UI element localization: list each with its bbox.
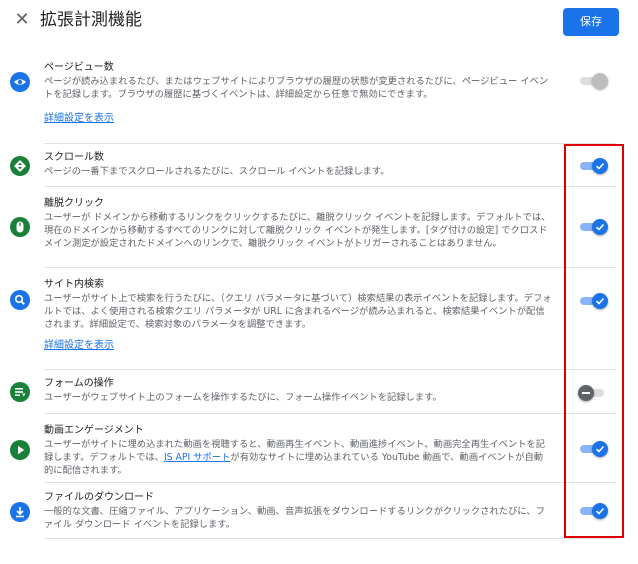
close-icon[interactable]: ✕: [12, 10, 32, 30]
mouse-icon: [10, 217, 30, 237]
scroll-toggle[interactable]: [578, 156, 608, 176]
highlight-box: [564, 144, 624, 538]
section-description: 一般的な文書、圧縮ファイル、アプリケーション、動画、音声拡張をダウンロードするリ…: [44, 506, 546, 530]
divider: [44, 267, 616, 268]
section-title: サイト内検索: [44, 279, 104, 290]
section-title: 離脱クリック: [44, 198, 104, 209]
play-icon: [10, 440, 30, 460]
scroll-icon: [10, 156, 30, 176]
eye-icon: [10, 72, 30, 92]
download-icon: [10, 502, 30, 522]
section-title: ファイルのダウンロード: [44, 492, 154, 503]
video-engagement-toggle[interactable]: [578, 439, 608, 459]
advanced-settings-link[interactable]: 詳細設定を表示: [44, 112, 114, 126]
form-interactions-toggle[interactable]: [578, 383, 608, 403]
pageview-toggle[interactable]: [578, 71, 608, 91]
advanced-settings-link[interactable]: 詳細設定を表示: [44, 339, 114, 353]
js-api-support-link[interactable]: JS API サポート: [164, 452, 230, 463]
section-description: ユーザーがサイト上で検索を行うたびに、（クエリ パラメータに基づいて）検索結果の…: [44, 293, 552, 330]
form-icon: [10, 382, 30, 402]
section-description: ユーザーがウェブサイト上のフォームを操作するたびに、フォーム操作イベントを記録し…: [44, 392, 442, 403]
section-title: 動画エンゲージメント: [44, 425, 144, 436]
file-downloads-toggle[interactable]: [578, 501, 608, 521]
section-description: ユーザーがサイトに埋め込まれた動画を視聴すると、動画再生イベント、動画進捗イベン…: [44, 438, 552, 477]
divider: [44, 143, 616, 144]
divider: [44, 538, 616, 539]
divider: [44, 186, 616, 187]
outbound-clicks-toggle[interactable]: [578, 217, 608, 237]
section-title: ページビュー数: [44, 62, 114, 73]
section-title: フォームの操作: [44, 378, 114, 389]
page-title: 拡張計測機能: [40, 10, 142, 30]
section-description: ユーザーが ドメインから移動するリンクをクリックするたびに、離脱クリック イベン…: [44, 212, 551, 249]
search-icon: [10, 290, 30, 310]
dialog-header: ✕ 拡張計測機能 保存: [0, 0, 638, 44]
divider: [44, 369, 616, 370]
divider: [44, 413, 616, 414]
divider: [44, 482, 616, 483]
section-description: ページの一番下までスクロールされるたびに、スクロール イベントを記録します。: [44, 166, 390, 177]
section-title: スクロール数: [44, 152, 104, 163]
section-description: ページが読み込まれるたび、またはウェブサイトによりブラウザの履歴の状態が変更され…: [44, 76, 549, 100]
site-search-toggle[interactable]: [578, 291, 608, 311]
save-button[interactable]: 保存: [563, 8, 619, 36]
